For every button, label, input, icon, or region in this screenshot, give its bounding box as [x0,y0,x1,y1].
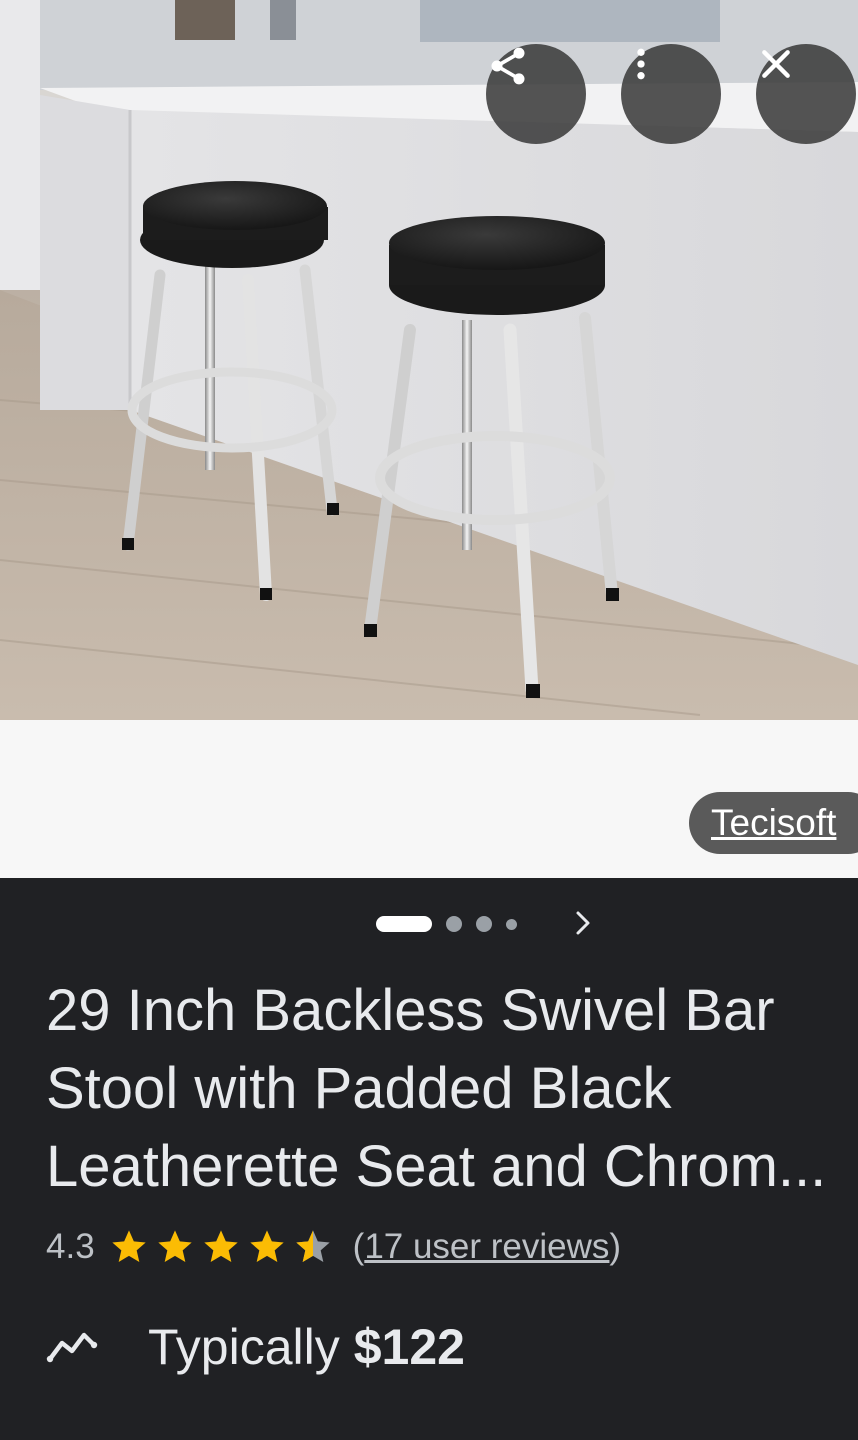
star-full-icon [111,1230,146,1262]
product-title[interactable]: 29 Inch Backless Swivel Bar Stool with P… [46,972,858,1206]
rating-value: 4.3 [46,1227,95,1266]
carousel-indicator [376,914,531,934]
carousel-dot-active[interactable] [376,916,432,932]
star-full-icon [203,1230,238,1262]
price-value: $122 [353,1319,465,1375]
product-title-line: Leatherette Seat and Chrom... [46,1134,827,1199]
star-full-icon [249,1230,284,1262]
bar-stool-photo [0,0,858,720]
chevron-right-icon[interactable] [568,908,598,938]
source-link[interactable]: Tecisoft [689,792,858,854]
reviews-count: (17 user reviews) [352,1227,622,1266]
carousel-dot[interactable] [506,918,517,930]
product-image[interactable] [0,0,858,720]
star-rating [107,1227,337,1267]
product-title-line: 29 Inch Backless Swivel Bar [46,978,775,1043]
more-options-button[interactable] [621,44,721,144]
price-label: Typically [148,1319,340,1375]
product-title-line: Stool with Padded Black [46,1056,672,1121]
star-full-icon [157,1230,192,1262]
trending-icon [46,1332,98,1363]
star-half-icon [295,1230,330,1262]
carousel-dot[interactable] [446,916,462,932]
share-button[interactable] [486,44,586,144]
more-vert-icon [637,48,645,80]
share-icon [491,47,525,85]
carousel-dot[interactable] [476,916,492,932]
price-row[interactable]: Typically $122 [46,1314,465,1380]
rating-row: 4.3 (17 user reviews) [46,1222,621,1272]
close-button[interactable] [756,44,856,144]
close-icon [762,50,790,78]
reviews-link[interactable]: 17 user reviews [364,1227,609,1266]
